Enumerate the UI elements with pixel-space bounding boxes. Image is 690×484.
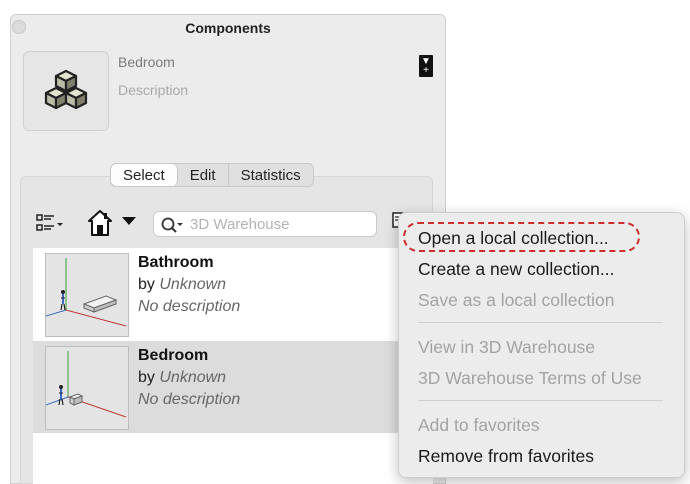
cubes-icon — [44, 69, 88, 110]
item-author: by Unknown — [138, 276, 227, 293]
search-icon — [161, 217, 183, 233]
tab-bar: Select Edit Statistics — [110, 163, 314, 187]
window-title: Components — [185, 20, 271, 36]
list-item[interactable]: Bathroom by Unknown No description — [33, 248, 433, 340]
search-box[interactable] — [153, 211, 377, 237]
tab-edit[interactable]: Edit — [178, 164, 229, 186]
home-button[interactable] — [88, 209, 140, 237]
menu-item-remove-from-favorites[interactable]: Remove from favorites — [418, 446, 594, 467]
menu-item-add-to-favorites: Add to favorites — [418, 415, 540, 435]
item-author: by Unknown — [138, 369, 227, 386]
component-thumbnail — [45, 253, 129, 337]
component-list: Bathroom by Unknown No description Bedro… — [33, 248, 433, 484]
menu-separator — [418, 322, 663, 323]
bedroom-preview-icon — [45, 351, 127, 418]
menu-item-3d-warehouse-terms: 3D Warehouse Terms of Use — [418, 368, 642, 388]
item-description: No description — [138, 391, 241, 408]
menu-item-view-in-3d-warehouse: View in 3D Warehouse — [418, 337, 596, 357]
item-name: Bedroom — [138, 347, 209, 364]
menu-item-create-new-collection[interactable]: Create a new collection... — [418, 259, 615, 280]
highlight-annotation — [403, 222, 640, 252]
menu-separator — [418, 400, 663, 401]
list-item[interactable]: Bedroom by Unknown No description — [33, 341, 433, 433]
item-description: No description — [138, 298, 241, 315]
component-name[interactable]: Bedroom — [118, 54, 175, 70]
menu-item-save-local-collection: Save as a local collection — [418, 290, 615, 310]
details-menu-button[interactable]: ▼ + — [419, 55, 433, 77]
component-description[interactable]: Description — [118, 82, 188, 98]
component-thumbnail — [23, 51, 109, 131]
tab-select[interactable]: Select — [111, 164, 178, 186]
item-name: Bathroom — [138, 254, 214, 271]
search-input[interactable] — [190, 216, 370, 233]
plus-icon: + — [423, 65, 429, 76]
tab-statistics[interactable]: Statistics — [229, 164, 313, 186]
component-thumbnail — [45, 346, 129, 430]
house-icon — [88, 210, 136, 236]
view-options-button[interactable] — [35, 212, 65, 236]
bathroom-preview-icon — [45, 258, 127, 327]
list-view-icon — [36, 214, 63, 231]
